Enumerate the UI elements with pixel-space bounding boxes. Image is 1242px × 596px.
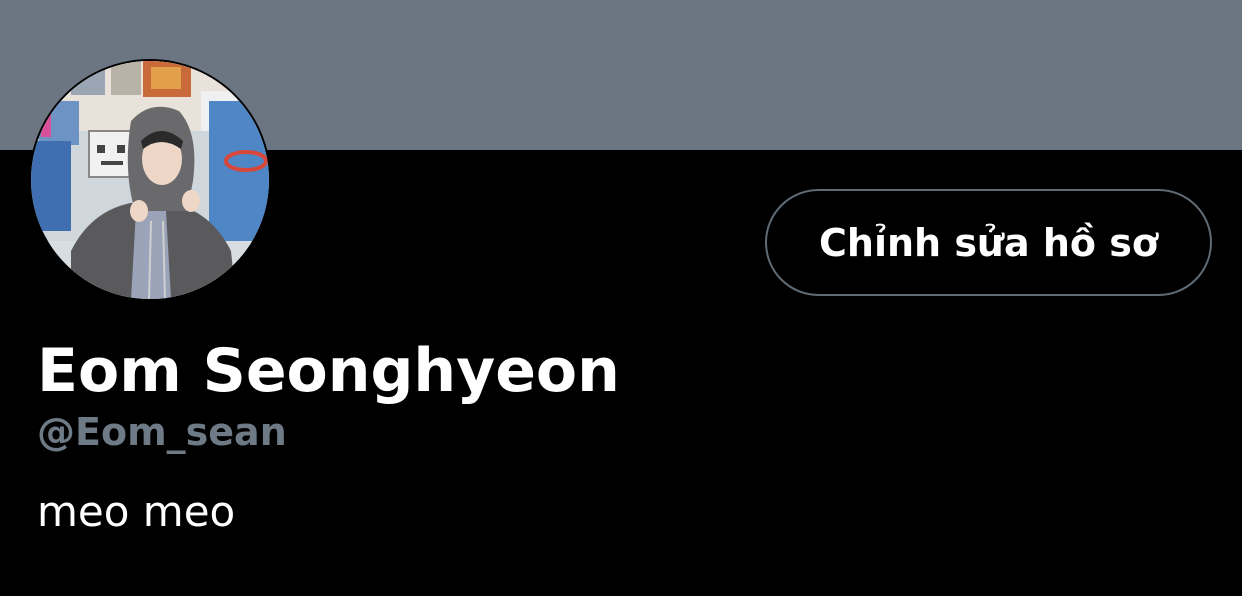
avatar[interactable] bbox=[31, 61, 269, 299]
avatar-photo-icon bbox=[31, 61, 269, 299]
display-name: Eom Seonghyeon bbox=[37, 336, 620, 406]
edit-profile-button-label: Chỉnh sửa hồ sơ bbox=[819, 220, 1158, 265]
edit-profile-button[interactable]: Chỉnh sửa hồ sơ bbox=[765, 189, 1212, 296]
profile-bio: meo meo bbox=[37, 487, 236, 536]
user-handle: @Eom_sean bbox=[37, 410, 287, 454]
profile-header: Chỉnh sửa hồ sơ Eom Seonghyeon @Eom_sean… bbox=[0, 0, 1242, 596]
